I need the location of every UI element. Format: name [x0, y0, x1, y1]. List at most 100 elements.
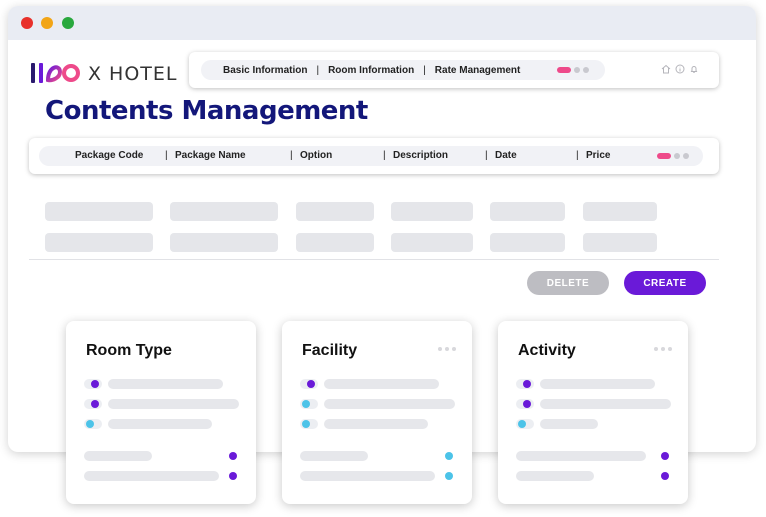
text-placeholder	[300, 451, 368, 461]
status-dot	[229, 472, 237, 480]
table-cell-placeholder	[170, 233, 278, 252]
indicator-dot	[683, 153, 689, 159]
minimize-window-button[interactable]	[41, 17, 53, 29]
list-item[interactable]	[84, 379, 244, 389]
nav-separator: |	[423, 64, 426, 76]
status-dot	[445, 472, 453, 480]
table-header: Package Code Package Name Option Descrip…	[39, 146, 703, 166]
title-bar	[8, 6, 756, 40]
indicator-dot	[674, 153, 680, 159]
radio-option[interactable]	[300, 379, 318, 389]
top-nav-tabs: Basic Information | Room Information | R…	[201, 60, 605, 80]
radio-option[interactable]	[516, 379, 534, 389]
indicator-active	[557, 67, 571, 73]
close-window-button[interactable]	[21, 17, 33, 29]
more-options-icon[interactable]	[438, 347, 456, 351]
list-item[interactable]	[84, 451, 244, 461]
indicator-dot	[583, 67, 589, 73]
radio-option[interactable]	[516, 399, 534, 409]
list-item[interactable]	[516, 399, 676, 409]
brand-name: X HOTEL	[88, 63, 178, 85]
table-page-indicator[interactable]	[657, 153, 689, 159]
column-header-package-name[interactable]: Package Name	[165, 150, 246, 161]
text-placeholder	[108, 379, 223, 389]
nav-item-room-information[interactable]: Room Information	[328, 65, 414, 76]
card-title: Room Type	[86, 342, 172, 359]
text-placeholder	[540, 419, 598, 429]
list-item[interactable]	[300, 399, 460, 409]
divider	[29, 259, 719, 260]
radio-option[interactable]	[84, 379, 102, 389]
list-item[interactable]	[516, 451, 676, 461]
radio-option[interactable]	[516, 419, 534, 429]
nav-page-indicator[interactable]	[557, 67, 589, 73]
bell-icon[interactable]	[689, 64, 699, 74]
page-title: Contents Management	[45, 96, 368, 126]
list-item[interactable]	[300, 471, 460, 481]
table-cell-placeholder	[391, 202, 473, 221]
card-title: Facility	[302, 342, 358, 359]
radio-option[interactable]	[300, 419, 318, 429]
nav-separator: |	[316, 64, 320, 76]
create-button[interactable]: CREATE	[624, 271, 706, 295]
text-placeholder	[324, 419, 428, 429]
table-cell-placeholder	[583, 202, 657, 221]
hotel-logo-mark-icon	[31, 63, 80, 83]
list-item[interactable]	[84, 471, 244, 481]
table-cell-placeholder	[490, 202, 565, 221]
list-item[interactable]	[300, 419, 460, 429]
indicator-dot	[574, 67, 580, 73]
text-placeholder	[516, 471, 594, 481]
indicator-active	[657, 153, 671, 159]
radio-option[interactable]	[84, 399, 102, 409]
list-item[interactable]	[516, 471, 676, 481]
radio-option[interactable]	[300, 399, 318, 409]
facility-card[interactable]: Facility	[282, 321, 472, 504]
table-cell-placeholder	[170, 202, 278, 221]
table-cell-placeholder	[45, 233, 153, 252]
column-header-description[interactable]: Description	[383, 150, 448, 161]
radio-option[interactable]	[84, 419, 102, 429]
table-cell-placeholder	[391, 233, 473, 252]
text-placeholder	[540, 379, 655, 389]
table-cell-placeholder	[490, 233, 565, 252]
nav-item-rate-management[interactable]: Rate Management	[435, 65, 521, 76]
brand-logo[interactable]: X HOTEL	[30, 60, 180, 86]
top-navigation: Basic Information | Room Information | R…	[189, 52, 719, 88]
column-header-option[interactable]: Option	[290, 150, 332, 161]
text-placeholder	[540, 399, 671, 409]
table-header-bar: Package Code Package Name Option Descrip…	[29, 138, 719, 174]
text-placeholder	[516, 451, 646, 461]
text-placeholder	[108, 419, 212, 429]
column-header-package-code[interactable]: Package Code	[75, 150, 143, 161]
room-type-card[interactable]: Room Type	[66, 321, 256, 504]
list-item[interactable]	[516, 379, 676, 389]
activity-card[interactable]: Activity	[498, 321, 688, 504]
text-placeholder	[84, 451, 152, 461]
nav-item-basic-information[interactable]: Basic Information	[223, 65, 307, 76]
list-item[interactable]	[300, 379, 460, 389]
column-header-price[interactable]: Price	[576, 150, 611, 161]
top-icons	[661, 64, 699, 74]
text-placeholder	[108, 399, 239, 409]
list-item[interactable]	[300, 451, 460, 461]
text-placeholder	[84, 471, 219, 481]
more-options-icon[interactable]	[654, 347, 672, 351]
table-cell-placeholder	[296, 233, 374, 252]
info-icon[interactable]	[675, 64, 685, 74]
maximize-window-button[interactable]	[62, 17, 74, 29]
list-item[interactable]	[84, 419, 244, 429]
status-dot	[661, 452, 669, 460]
text-placeholder	[324, 399, 455, 409]
column-header-date[interactable]: Date	[485, 150, 517, 161]
table-cell-placeholder	[583, 233, 657, 252]
list-item[interactable]	[84, 399, 244, 409]
text-placeholder	[324, 379, 439, 389]
status-dot	[445, 452, 453, 460]
delete-button[interactable]: DELETE	[527, 271, 609, 295]
table-cell-placeholder	[296, 202, 374, 221]
status-dot	[229, 452, 237, 460]
home-icon[interactable]	[661, 64, 671, 74]
list-item[interactable]	[516, 419, 676, 429]
status-dot	[661, 472, 669, 480]
